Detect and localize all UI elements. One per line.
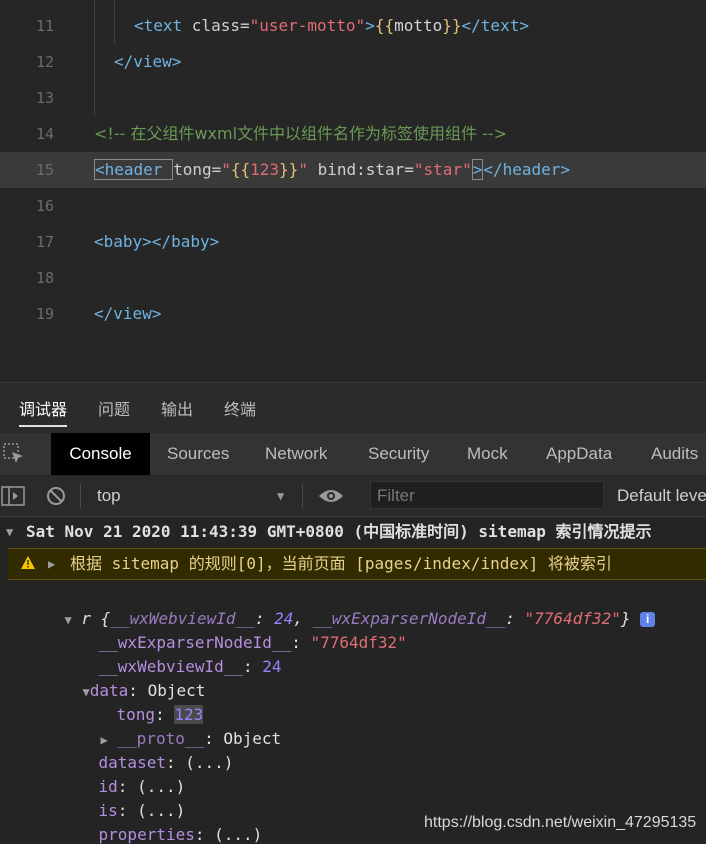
code-token: {{ bbox=[374, 16, 395, 35]
line-number: 16 bbox=[35, 197, 54, 215]
line-number: 12 bbox=[35, 53, 54, 71]
code-line[interactable]: 12 </view> bbox=[0, 44, 706, 80]
console-group-header[interactable]: ▼ Sat Nov 21 2020 11:43:39 GMT+0800 (中国标… bbox=[0, 517, 706, 547]
tab-sources[interactable]: Sources bbox=[167, 433, 229, 475]
code-line[interactable]: 18 bbox=[0, 260, 706, 296]
tab-console[interactable]: Console bbox=[51, 433, 150, 475]
code-line[interactable]: 17 <baby></baby> bbox=[0, 224, 706, 260]
line-number: 15 bbox=[35, 161, 54, 179]
code-token: </header> bbox=[483, 160, 571, 179]
expand-triangle-icon[interactable]: ▼ bbox=[6, 517, 13, 547]
object-property[interactable]: dataset: (...) bbox=[60, 727, 234, 772]
object-property-proto[interactable]: ▶ __proto__: Object bbox=[62, 703, 282, 748]
code-text: <header tong="{{123}}" bind:star="star">… bbox=[94, 152, 570, 188]
code-token: <header bbox=[94, 159, 174, 180]
object-property: tong: 123 bbox=[116, 705, 204, 724]
code-token: bind:star= bbox=[317, 160, 414, 179]
code-token: }} bbox=[442, 16, 462, 35]
inspect-element-icon[interactable] bbox=[3, 443, 25, 465]
line-number: 17 bbox=[35, 233, 54, 251]
code-text: </view> bbox=[114, 44, 181, 80]
code-line[interactable]: 11 <text class="user-motto">{{motto}}</te… bbox=[0, 8, 706, 44]
code-token: > bbox=[365, 16, 375, 35]
tab-debugger[interactable]: 调试器 bbox=[19, 383, 68, 433]
code-token: <!-- 在父组件wxml文件中以组件名作为标签使用组件 --> bbox=[94, 124, 508, 143]
toolbar-separator bbox=[302, 484, 303, 508]
context-dropdown-icon[interactable]: ▼ bbox=[277, 476, 284, 516]
warning-icon bbox=[20, 549, 36, 587]
code-token: <text bbox=[134, 16, 192, 35]
code-line[interactable]: 15 <header tong="{{123}}" bind:star="star… bbox=[0, 152, 706, 188]
code-token: class= bbox=[191, 16, 250, 35]
object-property[interactable]: is: (...) bbox=[60, 775, 186, 820]
watermark: https://blog.csdn.net/weixin_47295135 bbox=[424, 814, 697, 831]
tab-network[interactable]: Network bbox=[265, 433, 327, 475]
object-property-data[interactable]: ▼data: Object bbox=[44, 655, 206, 700]
live-expression-eye-icon[interactable] bbox=[318, 488, 344, 508]
tab-terminal[interactable]: 终端 bbox=[224, 383, 256, 433]
code-text: <baby></baby> bbox=[94, 224, 219, 260]
line-number: 13 bbox=[35, 89, 54, 107]
tab-security[interactable]: Security bbox=[368, 433, 429, 475]
line-number: 18 bbox=[35, 269, 54, 287]
group-header-text: Sat Nov 21 2020 11:43:39 GMT+0800 (中国标准时… bbox=[26, 522, 652, 541]
code-editor[interactable]: 11 <text class="user-motto">{{motto}}</te… bbox=[0, 0, 706, 382]
tab-problems[interactable]: 问题 bbox=[98, 383, 130, 433]
object-property-proto[interactable]: ▶ __proto__: Object bbox=[44, 823, 273, 844]
code-line[interactable]: 13 bbox=[0, 80, 706, 116]
code-token: </text> bbox=[461, 16, 529, 35]
code-line[interactable]: 14 <!-- 在父组件wxml文件中以组件名作为标签使用组件 --> bbox=[0, 116, 706, 152]
code-token: motto bbox=[394, 16, 443, 35]
code-token: "user-motto" bbox=[249, 16, 366, 35]
warning-message[interactable]: ▶ 根据 sitemap 的规则[0]，当前页面 [pages/index/in… bbox=[8, 548, 706, 580]
code-line[interactable]: 16 bbox=[0, 188, 706, 224]
object-property[interactable]: properties: (...) bbox=[60, 799, 263, 844]
info-icon[interactable]: i bbox=[640, 612, 656, 627]
line-number: 14 bbox=[35, 125, 54, 143]
tab-audits[interactable]: Audits bbox=[651, 433, 698, 475]
code-token: {{ bbox=[230, 160, 251, 179]
line-number: 11 bbox=[35, 17, 54, 35]
console-output[interactable]: ▼ Sat Nov 21 2020 11:43:39 GMT+0800 (中国标… bbox=[0, 517, 706, 844]
code-token: 123 bbox=[250, 160, 280, 179]
code-token: " bbox=[221, 160, 231, 179]
filter-input[interactable]: Filter bbox=[370, 481, 604, 509]
clear-console-icon[interactable] bbox=[45, 485, 67, 511]
object-log-row[interactable]: ▼ r {__wxWebviewId__: 24, __wxExparserNo… bbox=[26, 583, 656, 628]
code-token: " bbox=[298, 160, 318, 179]
panel-tab-bar: 调试器 问题 输出 终端 bbox=[0, 383, 706, 433]
line-number: 19 bbox=[35, 305, 54, 323]
warning-text: 根据 sitemap 的规则[0]，当前页面 [pages/index/inde… bbox=[70, 554, 612, 573]
object-property: __wxWebviewId__: 24 bbox=[98, 657, 282, 676]
code-token: tong= bbox=[173, 160, 222, 179]
expand-triangle-icon[interactable]: ▶ bbox=[48, 549, 55, 579]
code-text: <text class="user-motto">{{motto}}</text… bbox=[134, 8, 529, 44]
code-text: <!-- 在父组件wxml文件中以组件名作为标签使用组件 --> bbox=[94, 116, 507, 152]
code-token: <baby></baby> bbox=[94, 232, 220, 251]
object-property[interactable]: id: (...) bbox=[60, 751, 186, 796]
console-toolbar: top ▼ Filter Default levels bbox=[0, 476, 706, 517]
tab-appdata[interactable]: AppData bbox=[546, 433, 612, 475]
log-levels-dropdown[interactable]: Default levels bbox=[617, 476, 706, 516]
code-token: "star" bbox=[413, 160, 472, 179]
code-text: </view> bbox=[94, 296, 161, 332]
tab-mock[interactable]: Mock bbox=[467, 433, 508, 475]
code-token: > bbox=[471, 159, 484, 180]
object-property: __wxExparserNodeId__: "7764df32" bbox=[98, 633, 407, 652]
code-token: </view> bbox=[114, 52, 182, 71]
toolbar-separator bbox=[80, 484, 81, 508]
context-selector[interactable]: top bbox=[97, 476, 121, 516]
code-token: </view> bbox=[94, 304, 162, 323]
code-token: }} bbox=[279, 160, 299, 179]
sidebar-toggle-icon[interactable] bbox=[1, 485, 25, 511]
devtools-tab-bar: Console Sources Network Security Mock Ap… bbox=[0, 433, 706, 475]
code-line[interactable]: 19 </view> bbox=[0, 296, 706, 332]
tab-output[interactable]: 输出 bbox=[161, 383, 193, 433]
